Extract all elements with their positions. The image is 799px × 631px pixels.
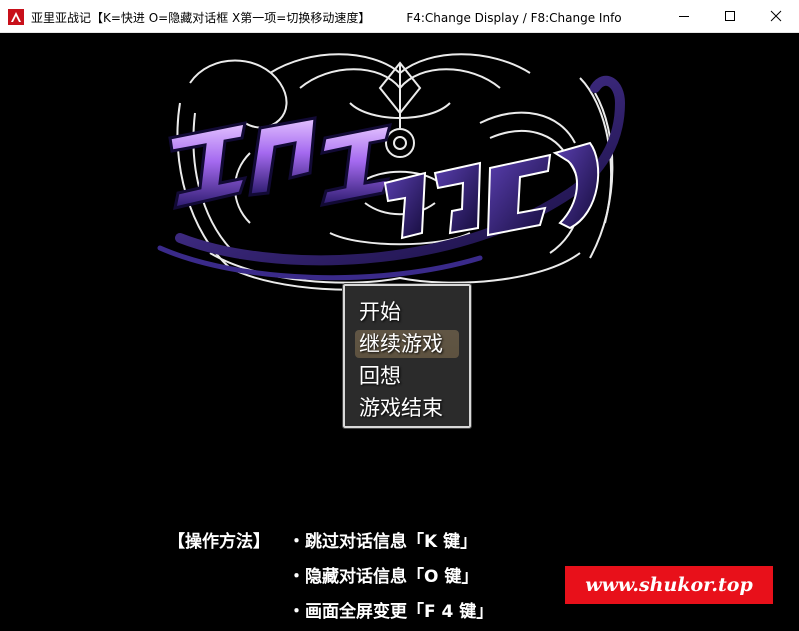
app-icon[interactable] <box>8 9 24 25</box>
menu-item-start[interactable]: 开始 <box>355 298 461 326</box>
watermark: www.shukor.top <box>565 566 773 604</box>
controls-header: 【操作方法】 <box>168 532 270 552</box>
window-hint-text: F4:Change Display / F8:Change Info <box>406 11 622 25</box>
menu-item-quit[interactable]: 游戏结束 <box>355 394 461 422</box>
title-menu: 开始 继续游戏 回想 游戏结束 <box>342 283 472 429</box>
close-icon <box>770 10 782 22</box>
maximize-button[interactable] <box>707 0 753 32</box>
window-title-text: 亚里亚战记【K=快进 O=隐藏对话框 X第一项=切换移动速度】 <box>31 11 371 25</box>
game-title-logo <box>157 53 626 291</box>
close-button[interactable] <box>753 0 799 32</box>
window-title: 亚里亚战记【K=快进 O=隐藏对话框 X第一项=切换移动速度】 F4:Change… <box>31 9 622 26</box>
controls-line-hide: ・隐藏对话信息「O 键」 <box>288 567 479 587</box>
controls-line-skip: ・跳过对话信息「K 键」 <box>288 532 478 552</box>
maximize-icon <box>725 11 735 21</box>
menu-item-recollection[interactable]: 回想 <box>355 362 461 390</box>
game-screen[interactable]: 开始 继续游戏 回想 游戏结束 【操作方法】 ・跳过对话信息「K 键」 ・隐藏对… <box>0 33 799 631</box>
window-titlebar: 亚里亚战记【K=快进 O=隐藏对话框 X第一项=切换移动速度】 F4:Change… <box>0 0 799 33</box>
minimize-button[interactable] <box>661 0 707 32</box>
controls-line-fullscreen: ・画面全屏变更「F 4 键」 <box>288 602 494 622</box>
minimize-icon <box>679 16 689 17</box>
menu-item-continue[interactable]: 继续游戏 <box>355 330 459 358</box>
